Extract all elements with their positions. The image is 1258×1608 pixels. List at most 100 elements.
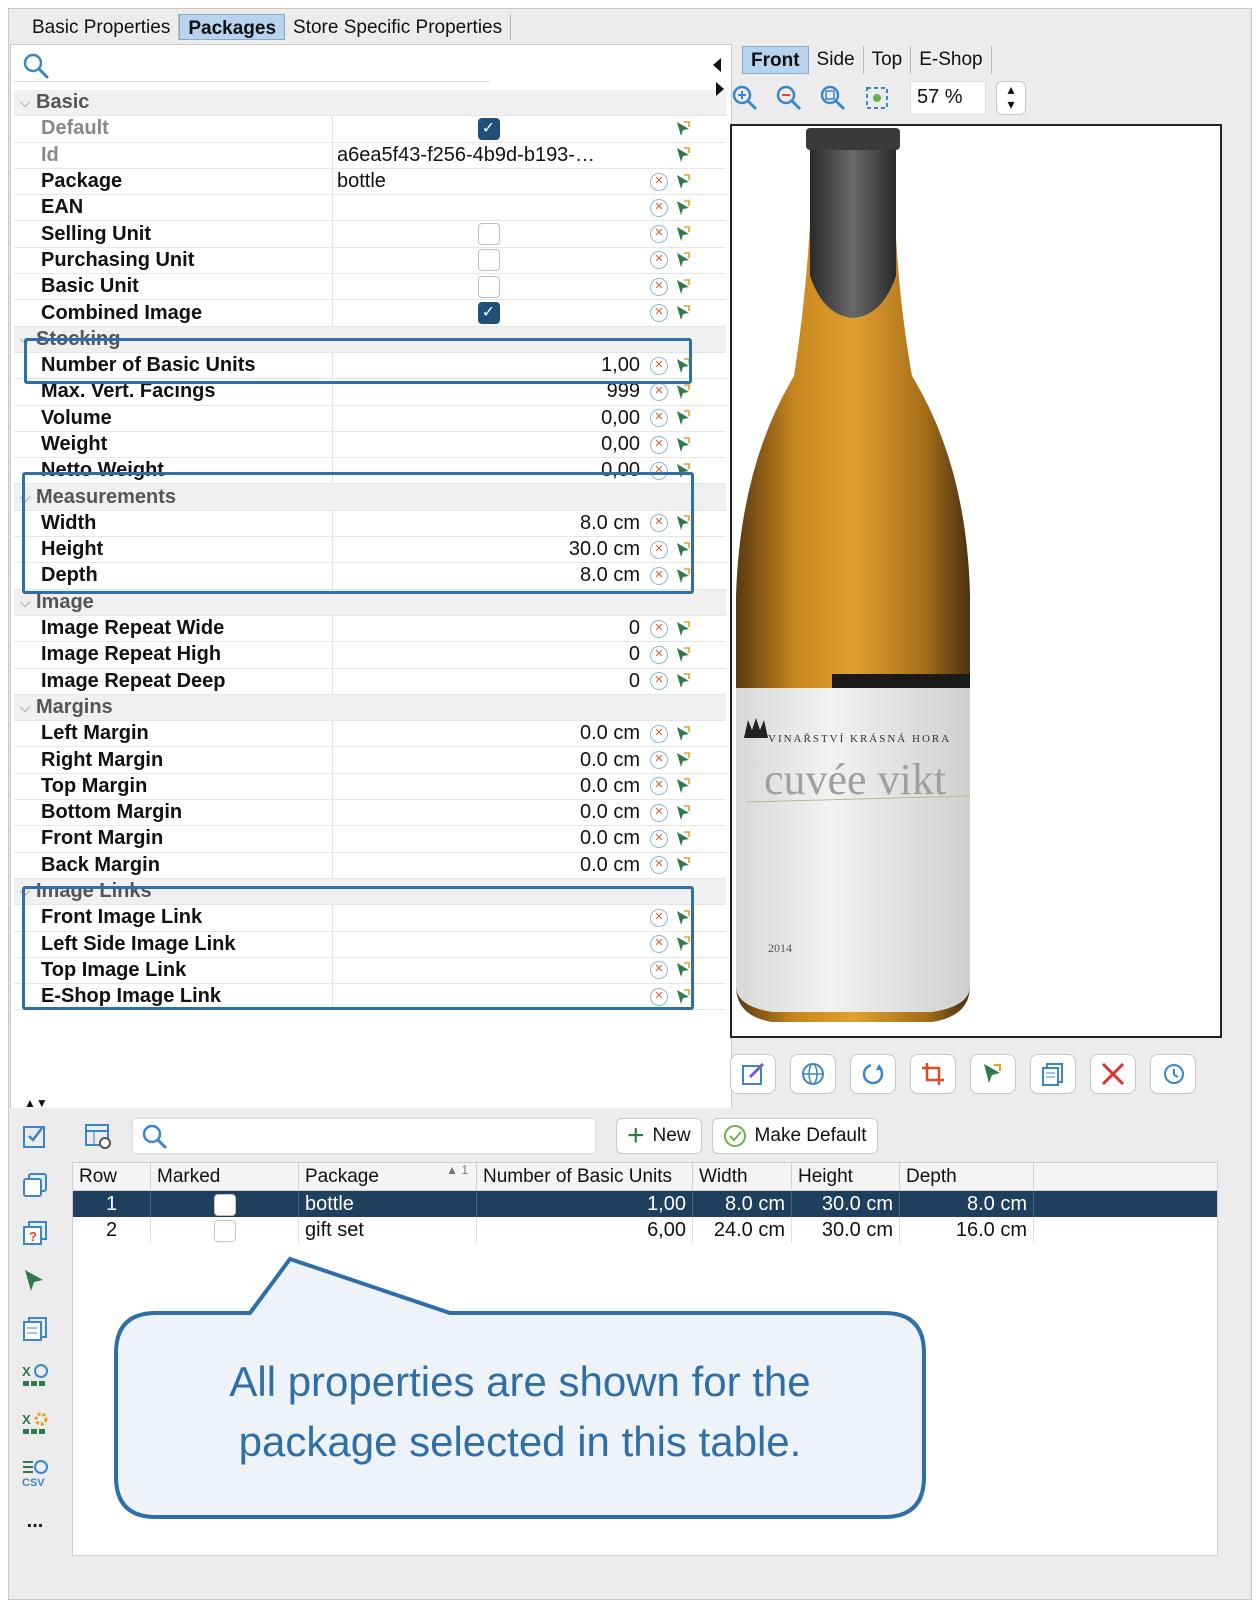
pointer-icon[interactable] <box>674 120 692 138</box>
pointer-icon[interactable] <box>674 383 692 401</box>
zoom-level-field[interactable]: 57 % <box>910 81 986 115</box>
tab-side[interactable]: Side <box>809 46 864 74</box>
reset-icon[interactable]: ✕ <box>650 672 668 691</box>
tab-front[interactable]: Front <box>742 46 809 74</box>
zoom-fit-icon[interactable] <box>816 81 850 115</box>
property-value[interactable]: ✓ <box>332 116 644 142</box>
package-search-input[interactable] <box>132 1118 596 1154</box>
pointer-icon[interactable] <box>674 620 692 638</box>
reset-icon[interactable]: ✕ <box>650 724 668 743</box>
rotate-image-icon[interactable] <box>850 1054 896 1094</box>
reset-icon[interactable]: ✕ <box>650 172 668 191</box>
chevron-down-icon[interactable]: ⌵ <box>14 699 36 716</box>
pointer-icon[interactable] <box>674 646 692 664</box>
property-search-input[interactable] <box>14 48 490 82</box>
reset-icon[interactable]: ✕ <box>650 382 668 401</box>
reset-icon[interactable]: ✕ <box>650 277 668 296</box>
reset-icon[interactable]: ✕ <box>650 251 668 270</box>
pointer-icon[interactable] <box>674 199 692 217</box>
reset-icon[interactable]: ✕ <box>650 514 668 533</box>
pointer-icon[interactable] <box>674 357 692 375</box>
property-value[interactable]: 0 <box>332 642 644 668</box>
group-header[interactable]: ⌵ Stocking <box>14 326 726 353</box>
fit-screen-icon[interactable] <box>860 81 894 115</box>
table-row[interactable]: 1 bottle 1,00 8.0 cm 30.0 cm 8.0 cm <box>73 1191 1217 1217</box>
group-header[interactable]: ⌵ Basic <box>14 90 726 117</box>
chevron-down-icon[interactable]: ⌵ <box>14 883 36 900</box>
group-header[interactable]: ⌵ Image Links <box>14 878 726 906</box>
tab-store-specific-properties[interactable]: Store Specific Properties <box>285 14 512 40</box>
checkbox[interactable] <box>477 275 500 298</box>
col-marked[interactable]: Marked <box>151 1163 299 1190</box>
property-value[interactable]: 8.0 cm <box>332 510 644 537</box>
property-value[interactable] <box>332 221 644 247</box>
pointer-icon[interactable] <box>674 856 692 874</box>
pointer-icon[interactable] <box>674 777 692 795</box>
checklist-icon[interactable] <box>18 1120 52 1154</box>
reset-icon[interactable]: ✕ <box>650 566 668 585</box>
property-value[interactable]: 0,00 <box>332 405 644 431</box>
pointer-icon[interactable] <box>674 436 692 454</box>
reset-icon[interactable]: ✕ <box>650 961 668 980</box>
pointer-icon[interactable] <box>674 251 692 269</box>
history-icon[interactable] <box>1150 1054 1196 1094</box>
property-value[interactable] <box>332 984 644 1010</box>
crop-image-icon[interactable] <box>910 1054 956 1094</box>
property-value[interactable]: 0.0 cm <box>332 826 644 852</box>
col-basic-units[interactable]: Number of Basic Units <box>477 1163 693 1190</box>
property-value[interactable] <box>332 957 644 984</box>
property-value[interactable]: 8.0 cm <box>332 563 644 589</box>
group-header[interactable]: ⌵ Image <box>14 589 726 616</box>
property-value[interactable]: 0.0 cm <box>332 747 644 773</box>
more-icon[interactable]: ... <box>18 1504 52 1538</box>
chevron-down-icon[interactable]: ⌵ <box>14 331 36 348</box>
pointer-icon[interactable] <box>674 567 692 585</box>
checkbox[interactable]: ✓ <box>477 117 500 140</box>
excel-settings-icon[interactable]: X <box>18 1408 52 1442</box>
zoom-out-icon[interactable] <box>772 81 806 115</box>
pointer-icon[interactable] <box>674 961 692 979</box>
delete-image-icon[interactable] <box>1090 1054 1136 1094</box>
checkbox[interactable]: ✓ <box>477 302 500 325</box>
property-value[interactable] <box>332 274 644 300</box>
cell-marked[interactable] <box>151 1191 299 1217</box>
property-value[interactable]: 0.0 cm <box>332 773 644 800</box>
property-value[interactable]: 0.0 cm <box>332 721 644 747</box>
pointer-icon[interactable] <box>674 830 692 848</box>
pointer-icon[interactable] <box>674 304 692 322</box>
pointer-icon[interactable] <box>674 462 692 480</box>
property-value[interactable]: 0,00 <box>332 431 644 458</box>
reset-icon[interactable]: ✕ <box>650 409 668 428</box>
pointer-icon[interactable] <box>674 514 692 532</box>
group-header[interactable]: ⌵ Margins <box>14 694 726 722</box>
chevron-down-icon[interactable]: ⌵ <box>14 94 36 111</box>
property-value[interactable] <box>332 195 644 221</box>
pointer-icon[interactable] <box>674 541 692 559</box>
reset-icon[interactable]: ✕ <box>650 435 668 454</box>
tab-eshop[interactable]: E-Shop <box>911 46 992 74</box>
pointer-icon[interactable] <box>674 409 692 427</box>
edit-image-icon[interactable] <box>730 1054 776 1094</box>
property-value[interactable]: 0.0 cm <box>332 852 644 878</box>
col-height[interactable]: Height <box>792 1163 900 1190</box>
copy-image-icon[interactable] <box>1030 1054 1076 1094</box>
table-settings-icon[interactable] <box>78 1118 118 1154</box>
col-depth[interactable]: Depth <box>900 1163 1034 1190</box>
col-row[interactable]: Row <box>73 1163 151 1190</box>
help-icon[interactable]: ? <box>18 1216 52 1250</box>
table-row[interactable]: 2 gift set 6,00 24.0 cm 30.0 cm 16.0 cm <box>73 1217 1217 1243</box>
excel-import-icon[interactable]: X <box>18 1360 52 1394</box>
reset-icon[interactable]: ✕ <box>650 829 668 848</box>
chevron-down-icon[interactable]: ⌵ <box>14 489 36 506</box>
tab-packages[interactable]: Packages <box>179 14 286 40</box>
duplicate-icon[interactable] <box>18 1168 52 1202</box>
expand-right-icon[interactable] <box>716 82 724 96</box>
property-value[interactable]: 30.0 cm <box>332 537 644 563</box>
new-button[interactable]: + New <box>616 1118 702 1154</box>
pointer-icon[interactable] <box>674 988 692 1006</box>
pointer-icon[interactable] <box>674 173 692 191</box>
list-icon[interactable] <box>18 1312 52 1346</box>
select-pointer-icon[interactable] <box>970 1054 1016 1094</box>
col-package[interactable]: Package ▲ 1 <box>299 1163 477 1190</box>
property-value[interactable]: bottle <box>332 168 644 195</box>
